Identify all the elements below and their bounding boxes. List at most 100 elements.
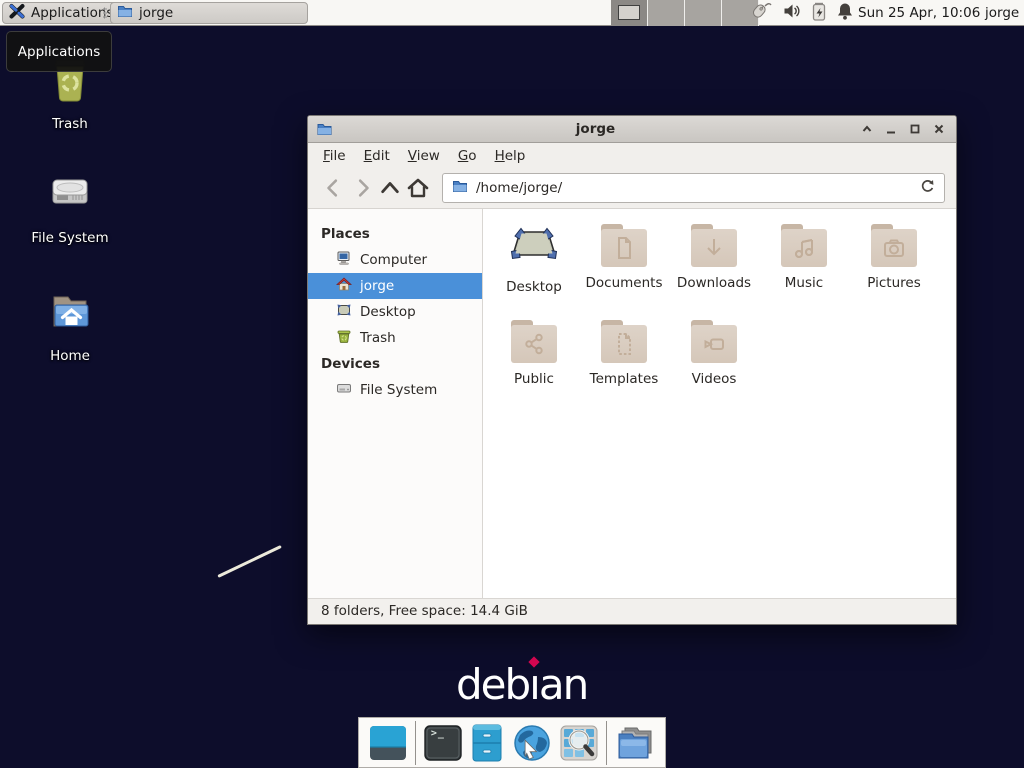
file-cabinet-icon[interactable]	[470, 723, 504, 763]
debian-logo-text: an	[539, 660, 587, 709]
menu-view[interactable]: View	[399, 144, 449, 168]
sidebar-item-trash[interactable]: Trash	[308, 325, 482, 351]
terminal-prompt-glyph: >_	[431, 728, 445, 739]
file-label: Templates	[590, 371, 659, 387]
top-panel: Applications jorge	[0, 0, 1024, 26]
workspace-1[interactable]	[611, 0, 648, 26]
menu-bar: File Edit View Go Help	[308, 143, 956, 168]
sidebar-item-label: File System	[360, 382, 437, 398]
desktop-icon-label: Home	[50, 348, 90, 364]
camera-glyph-icon	[881, 235, 907, 261]
dock-panel: >_	[358, 717, 666, 768]
folder-icon	[690, 224, 738, 268]
panel-clock[interactable]: Sun 25 Apr, 10:06	[858, 0, 980, 26]
file-item-desktop[interactable]: Desktop	[489, 221, 579, 317]
back-button[interactable]	[320, 174, 348, 202]
workspace-2[interactable]	[648, 0, 685, 26]
debian-logo-text: deb	[456, 660, 529, 709]
window-folder-icon	[117, 3, 133, 23]
places-sidebar: Places Computer	[308, 209, 483, 598]
volume-icon[interactable]	[783, 3, 801, 23]
menu-help[interactable]: Help	[486, 144, 535, 168]
file-label: Documents	[586, 275, 663, 291]
sidebar-item-label: jorge	[360, 278, 394, 294]
drive-mini-icon	[336, 380, 352, 400]
terminal-icon[interactable]: >_	[424, 723, 462, 763]
file-manager-window: jorge File Edit View Go Help	[307, 115, 957, 625]
sidebar-item-label: Desktop	[360, 304, 416, 320]
devices-header: Devices	[308, 351, 482, 377]
workspace-3[interactable]	[685, 0, 722, 26]
battery-icon[interactable]	[812, 2, 826, 25]
folder-icon	[510, 320, 558, 364]
minimize-button[interactable]	[882, 120, 900, 138]
sidebar-item-file-system[interactable]: File System	[308, 377, 482, 403]
desktop-special-icon	[510, 224, 558, 272]
forward-button[interactable]	[348, 174, 376, 202]
desktop-icon-label: File System	[31, 230, 108, 246]
desktop-icon-file-system[interactable]: File System	[15, 170, 125, 246]
window-titlebar[interactable]: jorge	[308, 116, 956, 143]
folder-icon	[780, 224, 828, 268]
file-item-documents[interactable]: Documents	[579, 221, 669, 317]
show-desktop-icon[interactable]	[369, 723, 407, 763]
taskbar-window-button[interactable]: jorge	[110, 2, 308, 24]
file-item-pictures[interactable]: Pictures	[849, 221, 939, 317]
document-glyph-icon	[611, 235, 637, 261]
taskbar-window-label: jorge	[139, 5, 173, 21]
hard-drive-icon	[46, 170, 94, 222]
file-label: Videos	[692, 371, 737, 387]
close-button[interactable]	[930, 120, 948, 138]
file-item-downloads[interactable]: Downloads	[669, 221, 759, 317]
applications-tooltip: Applications	[6, 31, 112, 72]
applications-menu-label: Applications	[31, 5, 113, 21]
desktop-mini-icon	[336, 302, 352, 322]
file-item-public[interactable]: Public	[489, 317, 579, 413]
menu-go[interactable]: Go	[449, 144, 486, 168]
menu-file[interactable]: File	[314, 144, 355, 168]
panel-grip-handle[interactable]	[103, 7, 107, 19]
folder-icon	[870, 224, 918, 268]
file-item-videos[interactable]: Videos	[669, 317, 759, 413]
home-icon	[336, 276, 352, 296]
home-folder-icon	[46, 288, 94, 340]
folder-icon	[600, 320, 648, 364]
workspace-window-thumb	[618, 5, 640, 20]
sidebar-item-label: Computer	[360, 252, 427, 268]
menu-edit[interactable]: Edit	[355, 144, 399, 168]
desktop-icon-home[interactable]: Home	[15, 288, 125, 364]
share-glyph-icon	[521, 331, 547, 357]
mouse-settings-icon[interactable]	[750, 1, 772, 25]
notifications-bell-icon[interactable]	[837, 2, 853, 24]
home-button[interactable]	[404, 174, 432, 202]
dock-separator	[415, 721, 416, 765]
workspace-switcher[interactable]	[611, 0, 759, 26]
folder-icon	[600, 224, 648, 268]
file-item-music[interactable]: Music	[759, 221, 849, 317]
toolbar: /home/jorge/	[308, 168, 956, 209]
xorg-icon	[9, 3, 25, 23]
window-folder-icon	[316, 121, 333, 137]
window-title: jorge	[333, 121, 858, 137]
web-browser-globe-icon[interactable]	[512, 723, 552, 763]
file-item-templates[interactable]: Templates	[579, 317, 669, 413]
sidebar-item-jorge[interactable]: jorge	[308, 273, 482, 299]
up-button[interactable]	[376, 174, 404, 202]
maximize-button[interactable]	[906, 120, 924, 138]
location-bar[interactable]: /home/jorge/	[442, 173, 945, 203]
video-camera-icon	[701, 331, 727, 357]
application-finder-icon[interactable]	[560, 723, 598, 763]
reload-icon[interactable]	[920, 179, 935, 198]
system-tray	[750, 0, 853, 26]
shade-button[interactable]	[858, 120, 876, 138]
file-list: Desktop Documents Downloads	[483, 209, 956, 598]
path-text[interactable]: /home/jorge/	[476, 180, 912, 196]
panel-username[interactable]: jorge	[985, 0, 1019, 26]
sidebar-item-desktop[interactable]: Desktop	[308, 299, 482, 325]
sidebar-item-computer[interactable]: Computer	[308, 247, 482, 273]
file-label: Pictures	[867, 275, 920, 291]
dock-separator	[606, 721, 607, 765]
stray-line-artifact	[217, 545, 281, 578]
file-manager-folder-icon[interactable]	[615, 723, 655, 763]
file-label: Music	[785, 275, 823, 291]
